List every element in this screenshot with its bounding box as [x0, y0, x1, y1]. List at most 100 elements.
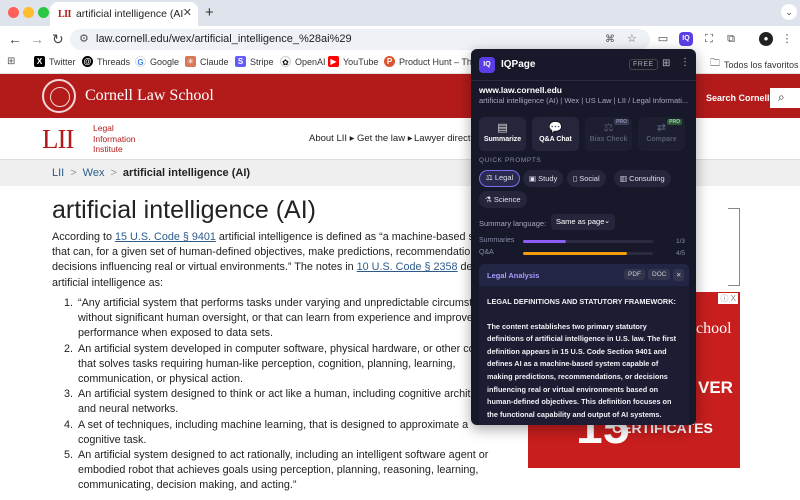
- bookmark-producthunt[interactable]: P Product Hunt – Th...: [384, 56, 479, 67]
- page-title-preview: artificial intelligence (AI) | Wex | US …: [479, 96, 689, 105]
- bookmark-twitter[interactable]: X Twitter: [34, 56, 76, 67]
- prompt-chip-consulting[interactable]: ▥ Consulting: [614, 170, 671, 187]
- translate-icon[interactable]: ⌘: [605, 29, 615, 50]
- bias-check-button[interactable]: PRO ⚖ Bias Check: [585, 117, 632, 151]
- profile-avatar-icon[interactable]: ●: [759, 32, 773, 46]
- bookmark-google[interactable]: G Google: [135, 56, 179, 67]
- chevron-down-icon: ⌄: [604, 218, 610, 225]
- summary-language-label: Summary language:: [479, 219, 547, 228]
- new-tab-icon[interactable]: +: [205, 4, 214, 21]
- pro-badge: PRO: [667, 119, 682, 125]
- x-icon: X: [34, 56, 45, 67]
- list-item: An artificial system designed to think o…: [76, 387, 507, 417]
- qa-usage-bar: [523, 252, 653, 255]
- lii-favicon: LII: [58, 8, 71, 20]
- claude-icon: ✳: [185, 56, 196, 67]
- intro-paragraph: According to 15 U.S. Code § 9401 artific…: [52, 231, 503, 289]
- address-bar[interactable]: ⚙ law.cornell.edu/wex/artificial_intelli…: [70, 29, 650, 50]
- search-cornell-button[interactable]: ⌕: [770, 88, 800, 108]
- prompt-chip-legal[interactable]: ⚖ Legal: [479, 170, 521, 187]
- prompt-chip-science[interactable]: ⚗ Science: [479, 191, 527, 208]
- prompt-chip-study[interactable]: ▣ Study: [523, 170, 564, 187]
- reload-icon[interactable]: ↻: [52, 31, 64, 48]
- breadcrumb-wex[interactable]: Wex: [83, 167, 105, 179]
- more-options-icon[interactable]: ⋮: [680, 57, 690, 68]
- ad-ver-text: VER: [698, 378, 733, 397]
- summary-language-select[interactable]: Same as page ⌄: [551, 214, 615, 230]
- google-icon: G: [135, 56, 146, 67]
- extensions-puzzle-icon[interactable]: ⧉: [724, 32, 738, 46]
- iqpage-name: IQPage: [501, 59, 536, 70]
- link-15-usc-9401[interactable]: 15 U.S. Code § 9401: [115, 231, 216, 243]
- search-icon: ⌕: [778, 90, 785, 104]
- cornell-law-school-title[interactable]: Cornell Law School: [85, 87, 214, 105]
- bookmark-youtube[interactable]: ▶ YouTube: [328, 56, 378, 67]
- page-domain: www.law.cornell.edu: [479, 85, 562, 95]
- study-icon: ▣: [529, 174, 539, 183]
- iqpage-extension-icon[interactable]: IQ: [679, 32, 693, 46]
- export-doc-button[interactable]: DOC: [648, 269, 671, 280]
- stripe-icon: S: [235, 56, 246, 67]
- pro-badge: PRO: [614, 119, 629, 125]
- nav-lawyer-directory[interactable]: Lawyer directo: [414, 133, 476, 144]
- bookmark-claude[interactable]: ✳ Claude: [185, 56, 229, 67]
- screenshot-icon[interactable]: ⛶: [702, 32, 716, 46]
- close-tab-icon[interactable]: ✕: [183, 6, 192, 19]
- legal-analysis-panel: Legal Analysis PDF DOC ✕ LEGAL DEFINITIO…: [479, 264, 689, 425]
- forward-icon[interactable]: →: [30, 31, 44, 47]
- bookmark-stripe[interactable]: S Stripe: [235, 56, 274, 67]
- tab-search-icon[interactable]: ⌄: [781, 4, 797, 20]
- summaries-usage-bar: [523, 240, 653, 243]
- producthunt-icon: P: [384, 56, 395, 67]
- iqpage-logo: IQ: [479, 57, 495, 73]
- analysis-body: The content establishes two primary stat…: [487, 321, 677, 419]
- sidebar-box: [728, 208, 740, 286]
- maximize-window-button[interactable]: [38, 7, 49, 18]
- qa-usage-label: Q&A: [479, 249, 494, 256]
- apps-grid-icon[interactable]: ⊞: [7, 56, 15, 67]
- summarize-icon: ▤: [497, 122, 508, 134]
- bookmark-threads[interactable]: @ Threads: [82, 56, 130, 67]
- grid-icon[interactable]: ⊞: [662, 58, 670, 69]
- consulting-icon: ▥: [620, 174, 630, 183]
- extension-drive-icon[interactable]: ▭: [656, 32, 670, 46]
- analysis-heading: LEGAL DEFINITIONS AND STATUTORY FRAMEWOR…: [487, 297, 676, 306]
- site-info-icon[interactable]: ⚙: [79, 29, 89, 50]
- summarize-button[interactable]: ▤ Summarize: [479, 117, 526, 151]
- ad-school-text: chool: [696, 320, 732, 337]
- back-icon[interactable]: ←: [8, 31, 22, 47]
- tab-title: artificial intelligence (AI) | Wex: [75, 8, 184, 20]
- lii-logo[interactable]: LII: [42, 124, 75, 155]
- export-pdf-button[interactable]: PDF: [624, 269, 645, 280]
- bookmark-openai[interactable]: ✿ OpenAI: [280, 56, 326, 67]
- summaries-usage-value: 1/3: [676, 238, 686, 245]
- link-10-usc-2358[interactable]: 10 U.S. Code § 2358: [357, 261, 458, 273]
- list-item: A set of techniques, including machine l…: [76, 418, 507, 448]
- compare-button[interactable]: PRO ⇄ Compare: [638, 117, 685, 151]
- cornell-seal-logo[interactable]: [42, 79, 76, 113]
- legal-analysis-text: LEGAL DEFINITIONS AND STATUTORY FRAMEWOR…: [487, 296, 683, 421]
- list-item: “Any artificial system that performs tas…: [76, 296, 507, 342]
- summaries-usage-label: Summaries: [479, 237, 515, 244]
- bookmark-all-folder[interactable]: 🗀 Todos los favoritos: [710, 56, 799, 73]
- list-item: An artificial system developed in comput…: [76, 342, 507, 388]
- browser-menu-icon[interactable]: ⋮: [780, 32, 794, 46]
- tab-bar: LII artificial intelligence (AI) | Wex ✕…: [0, 0, 800, 26]
- ad-info-icon[interactable]: ⓘ X: [718, 293, 738, 304]
- page-title: artificial intelligence (AI): [52, 196, 316, 224]
- minimize-window-button[interactable]: [23, 7, 34, 18]
- nav-about-lii[interactable]: About LII ▸: [309, 133, 354, 144]
- bookmark-star-icon[interactable]: ☆: [627, 29, 637, 50]
- quick-prompts-label: QUICK PROMPTS: [479, 157, 542, 164]
- nav-get-the-law[interactable]: Get the law ▸: [357, 133, 412, 144]
- qa-chat-button[interactable]: 💬 Q&A Chat: [532, 117, 579, 151]
- url-text: law.cornell.edu/wex/artificial_intellige…: [96, 33, 352, 45]
- active-tab[interactable]: LII artificial intelligence (AI) | Wex ✕: [50, 2, 198, 26]
- breadcrumb-lii[interactable]: LII: [52, 167, 64, 179]
- legal-icon: ⚖: [486, 173, 495, 182]
- prompt-chip-social[interactable]: ▯ Social: [567, 170, 606, 187]
- qa-usage-value: 4/5: [676, 250, 686, 257]
- youtube-icon: ▶: [328, 56, 339, 67]
- close-panel-icon[interactable]: ✕: [673, 269, 685, 281]
- close-window-button[interactable]: [8, 7, 19, 18]
